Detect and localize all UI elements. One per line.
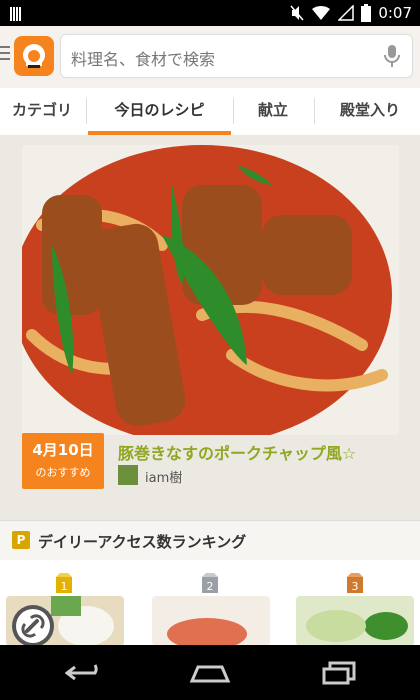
signal-icon: [338, 5, 355, 21]
tab-hall-of-fame[interactable]: 殿堂入り: [315, 88, 420, 135]
featured-recipe-image[interactable]: [22, 145, 399, 435]
clock: 0:07: [378, 4, 412, 22]
recommendation-date: 4月10日: [32, 441, 94, 459]
microphone-icon[interactable]: [384, 45, 400, 67]
bronze-medal-icon: 3: [347, 573, 363, 593]
home-icon[interactable]: [188, 663, 232, 683]
menu-icon[interactable]: [0, 46, 10, 62]
status-bar: 0:07: [0, 0, 420, 26]
notification-icon: [10, 6, 24, 21]
back-icon[interactable]: [65, 663, 109, 683]
recent-apps-icon[interactable]: [322, 661, 358, 685]
ranking-header[interactable]: P デイリーアクセス数ランキング: [0, 520, 420, 561]
mute-icon: [290, 5, 304, 21]
medal-number: 1: [61, 580, 68, 593]
gold-medal-icon: 1: [56, 573, 72, 593]
recipe-feed: 4月10日 のおすすめ 豚巻きなすのポークチャップ風☆ iam樹 P デイリーア…: [0, 135, 420, 645]
system-navigation-bar: [0, 645, 420, 700]
silver-medal-icon: 2: [202, 573, 218, 593]
medal-number: 2: [207, 580, 214, 593]
app-bar: 料理名、食材で検索: [0, 26, 420, 88]
tab-label: 今日のレシピ: [114, 101, 205, 119]
author-avatar[interactable]: [118, 465, 138, 485]
tab-label: カテゴリ: [11, 101, 72, 119]
tab-category[interactable]: カテゴリ: [0, 88, 84, 135]
chef-hat-logo-icon[interactable]: [14, 36, 54, 76]
tab-label: 献立: [257, 101, 288, 119]
search-input[interactable]: 料理名、食材で検索: [60, 34, 413, 78]
floating-link-button[interactable]: [12, 605, 54, 645]
ranking-thumb-2[interactable]: [152, 596, 270, 645]
recommendation-date-badge: 4月10日 のおすすめ: [22, 433, 104, 489]
link-icon: [16, 609, 50, 643]
ranking-thumb-3[interactable]: [296, 596, 414, 645]
search-placeholder: 料理名、食材で検索: [71, 50, 216, 69]
author-name[interactable]: iam樹: [145, 467, 182, 486]
recommendation-sub: のおすすめ: [35, 466, 91, 479]
premium-badge-icon: P: [12, 531, 30, 549]
ranking-list: 1 2 3: [0, 560, 420, 645]
tab-bar: カテゴリ 今日のレシピ 献立 殿堂入り: [0, 88, 420, 136]
medal-number: 3: [352, 580, 359, 593]
ranking-title: デイリーアクセス数ランキング: [38, 533, 247, 551]
wifi-icon: [312, 6, 331, 20]
recipe-title[interactable]: 豚巻きなすのポークチャップ風☆: [118, 440, 356, 464]
battery-icon: [361, 4, 372, 22]
tab-todays-recipe[interactable]: 今日のレシピ: [88, 88, 231, 135]
tab-menu[interactable]: 献立: [233, 88, 313, 135]
tab-label: 殿堂入り: [339, 101, 400, 119]
tab-divider: [86, 98, 87, 124]
